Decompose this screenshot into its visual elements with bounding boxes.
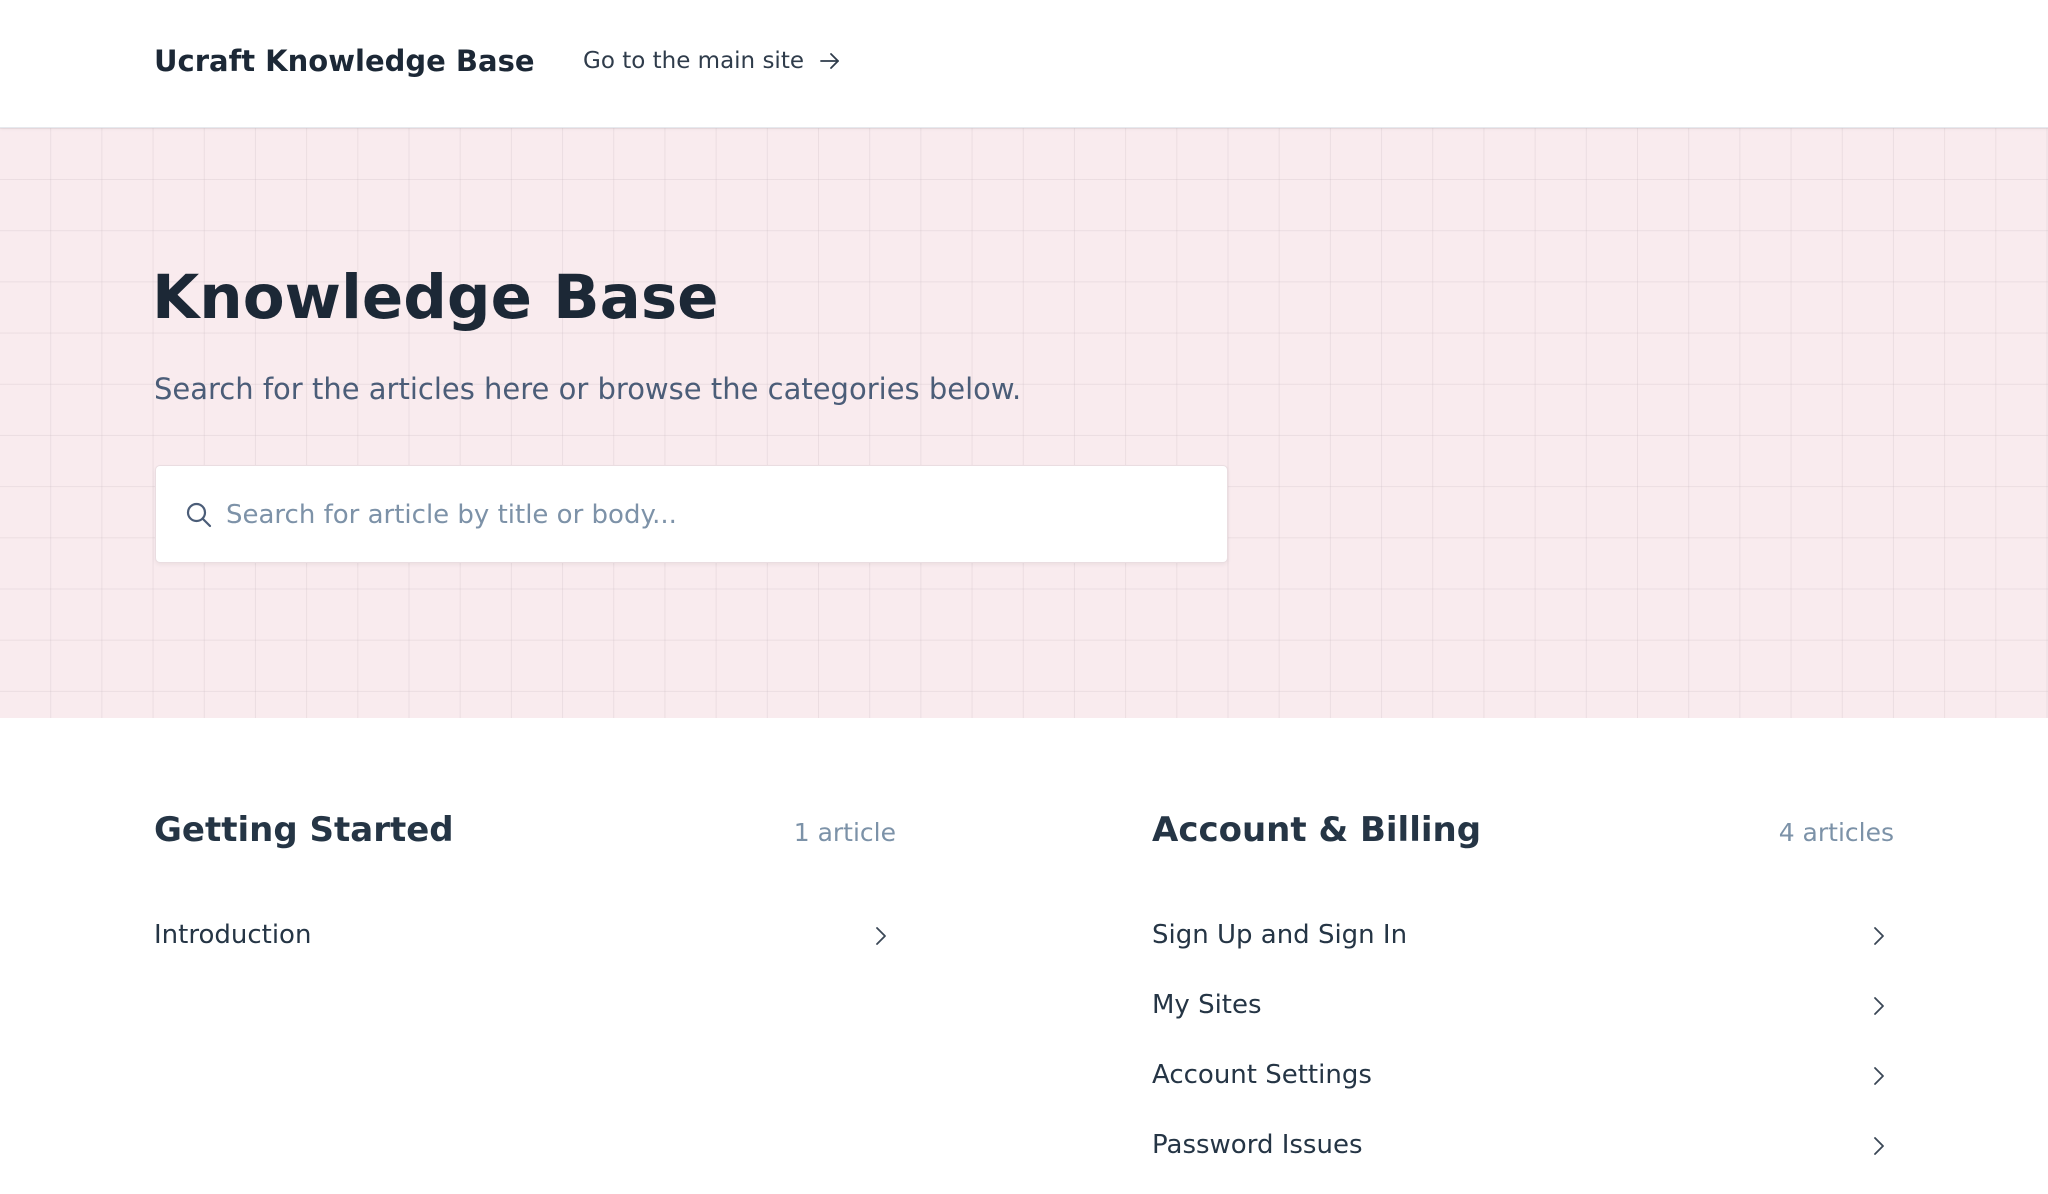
chevron-right-icon [876,927,886,945]
category-header: Account & Billing 4 articles [1152,810,1894,860]
article-title: Account Settings [1152,1060,1372,1090]
article-item-introduction[interactable]: Introduction [154,914,896,984]
article-item-my-sites[interactable]: My Sites [1152,984,1894,1054]
article-title: My Sites [1152,990,1262,1020]
arrow-right-icon [820,53,839,69]
chevron-right-icon [1874,927,1884,945]
search-input[interactable] [226,486,1206,544]
top-navigation-bar: Ucraft Knowledge Base Go to the main sit… [0,0,2048,128]
category-title[interactable]: Getting Started [154,810,454,850]
article-title: Password Issues [1152,1130,1363,1160]
article-title: Sign Up and Sign In [1152,920,1408,950]
article-title: Introduction [154,920,312,950]
site-brand[interactable]: Ucraft Knowledge Base [154,44,535,78]
category-header: Getting Started 1 article [154,810,896,860]
chevron-right-icon [1874,997,1884,1015]
chevron-right-icon [1874,1137,1884,1155]
category-title[interactable]: Account & Billing [1152,810,1481,850]
page-title: Knowledge Base [152,262,719,333]
article-list: Sign Up and Sign In My Sites Account Set… [1152,914,1894,1194]
main-site-link-label: Go to the main site [583,48,804,74]
chevron-right-icon [1874,1067,1884,1085]
article-list: Introduction [154,914,896,984]
category-getting-started: Getting Started 1 article Introduction [154,810,896,950]
category-article-count: 4 articles [1778,818,1894,847]
article-item-account-settings[interactable]: Account Settings [1152,1054,1894,1124]
category-article-count: 1 article [793,818,896,847]
page-subtitle: Search for the articles here or browse t… [154,372,1022,406]
category-account-billing: Account & Billing 4 articles Sign Up and… [1152,810,1894,1160]
search-bar[interactable] [155,465,1228,563]
go-to-main-site-link[interactable]: Go to the main site [583,48,842,74]
hero-section: Knowledge Base Search for the articles h… [0,128,2048,718]
article-item-password-issues[interactable]: Password Issues [1152,1124,1894,1194]
article-item-sign-up-and-sign-in[interactable]: Sign Up and Sign In [1152,914,1894,984]
search-icon [186,502,212,528]
